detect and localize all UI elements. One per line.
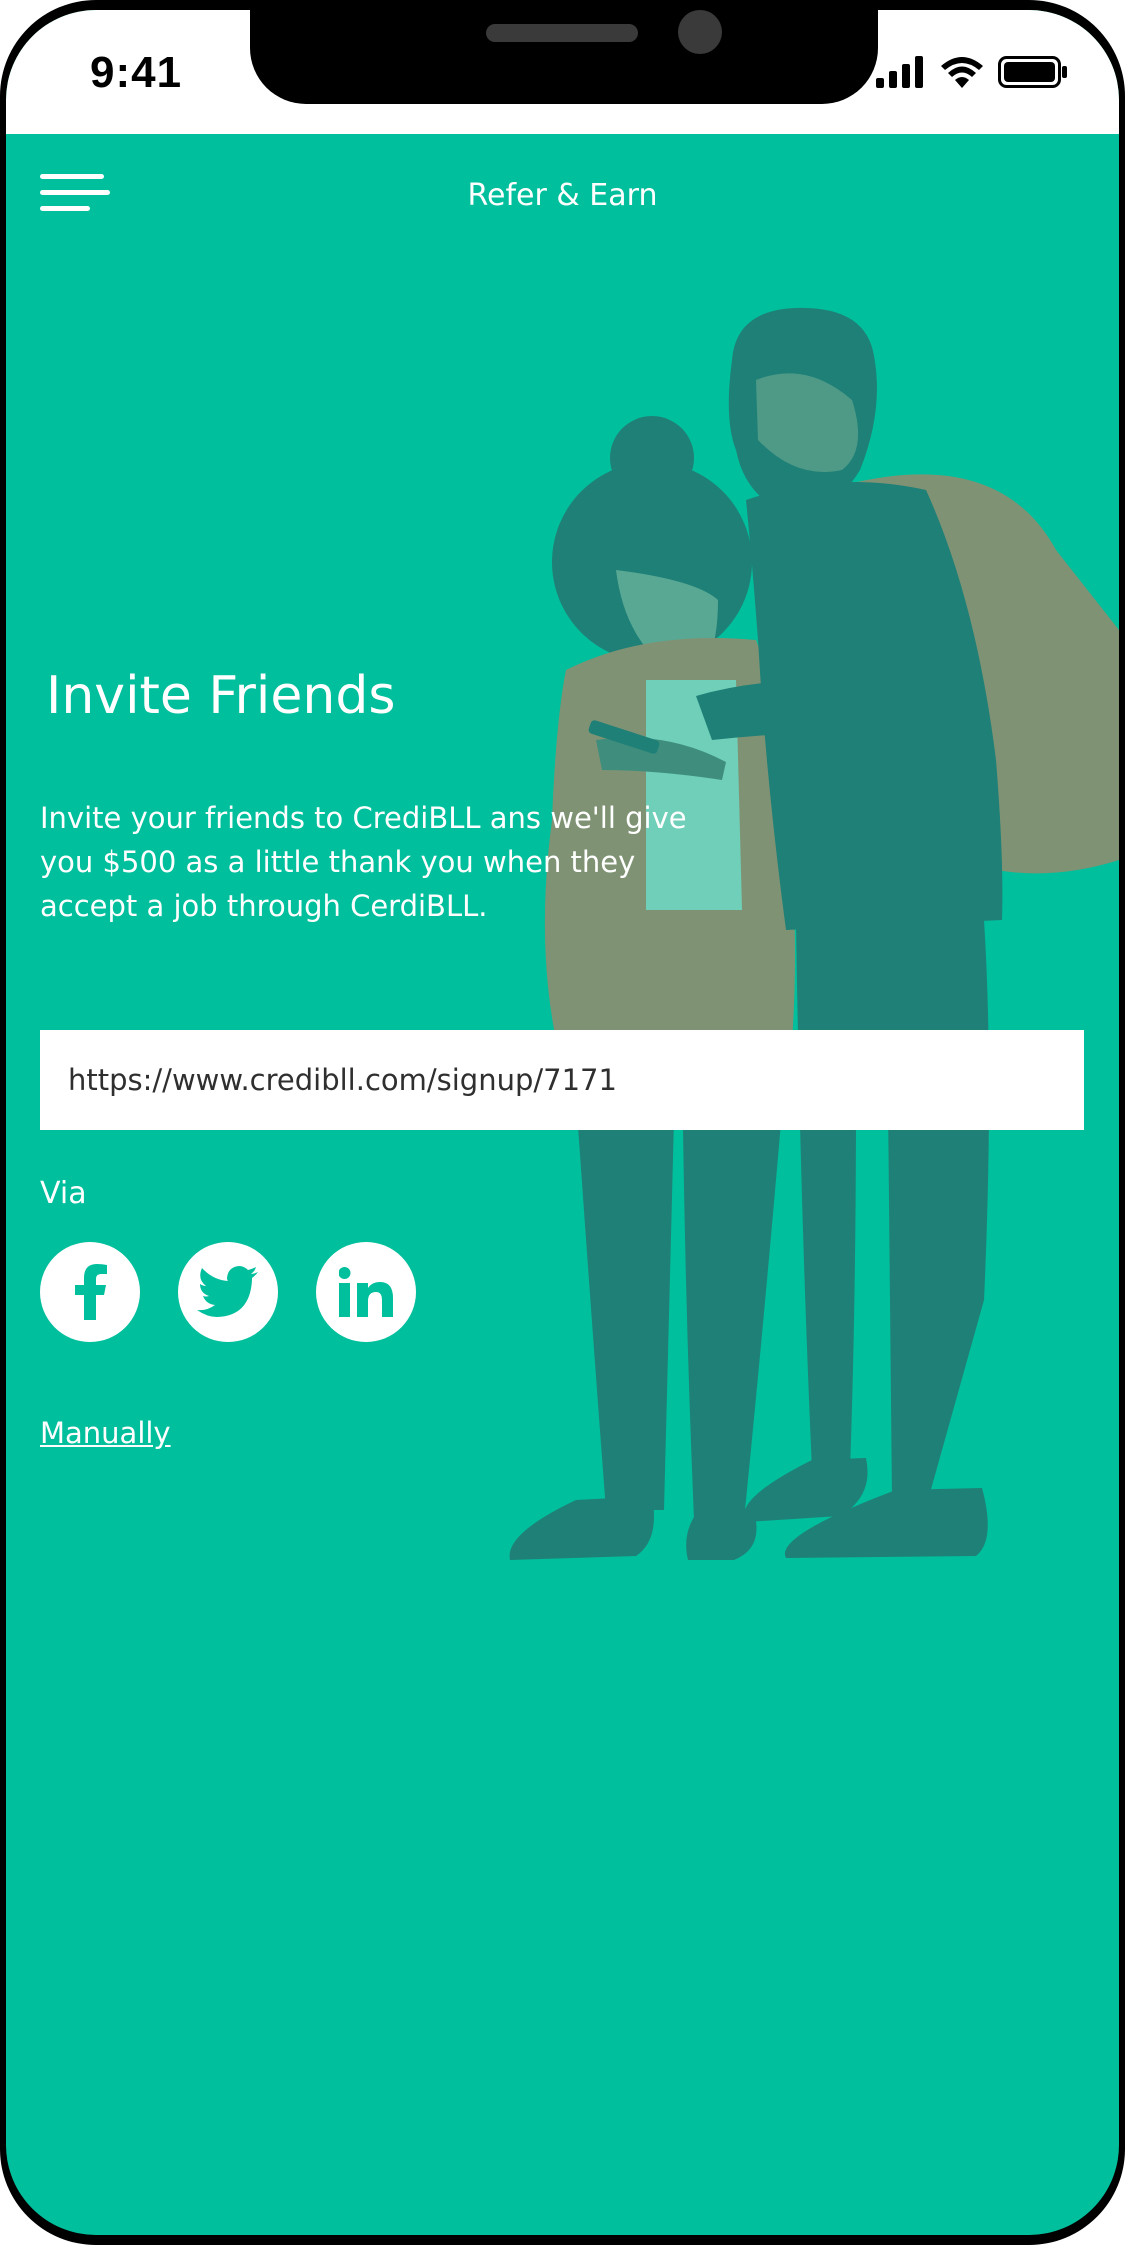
invite-content: Invite Friends Invite your friends to Cr… <box>6 10 1119 2235</box>
phone-frame: 9:41 Refer & Earn Invite Friends Invite … <box>0 0 1125 2245</box>
facebook-icon <box>75 1264 107 1320</box>
share-facebook-button[interactable] <box>40 1242 140 1342</box>
invite-description: Invite your friends to CrediBLL ans we'l… <box>40 801 687 923</box>
twitter-icon <box>197 1266 258 1317</box>
share-linkedin-button[interactable] <box>316 1242 416 1342</box>
referral-link-field[interactable] <box>40 1030 1084 1130</box>
share-options <box>40 1242 416 1342</box>
share-manually-link[interactable]: Manually <box>40 1416 171 1450</box>
invite-title: Invite Friends <box>46 666 396 726</box>
linkedin-icon <box>339 1267 393 1317</box>
via-label: Via <box>40 1176 87 1211</box>
app-screen: 9:41 Refer & Earn Invite Friends Invite … <box>6 10 1119 2235</box>
share-twitter-button[interactable] <box>178 1242 278 1342</box>
